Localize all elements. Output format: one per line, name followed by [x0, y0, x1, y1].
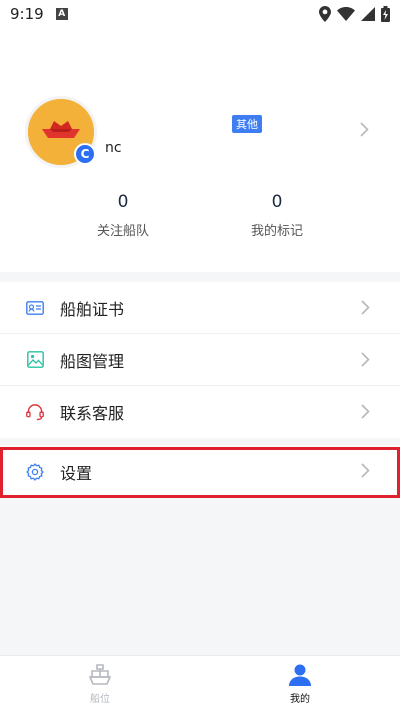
wifi-icon	[337, 7, 355, 21]
stat-value: 0	[117, 192, 129, 212]
user-icon	[289, 664, 311, 686]
user-tag: 其他	[232, 115, 262, 133]
gear-icon	[26, 462, 44, 481]
chevron-right-icon	[361, 352, 370, 367]
stat-followed-fleets[interactable]: 0 关注船队	[63, 192, 183, 239]
stat-my-marks[interactable]: 0 我的标记	[217, 192, 337, 239]
chevron-right-icon	[361, 404, 370, 419]
ship-icon	[88, 663, 112, 685]
status-icons	[319, 6, 390, 22]
location-icon	[319, 6, 331, 22]
menu-item-customer-service[interactable]: 联系客服	[0, 386, 400, 438]
menu-item-settings[interactable]: 设置	[0, 445, 400, 498]
menu-item-label: 船图管理	[60, 351, 125, 371]
menu-item-label: 联系客服	[60, 404, 125, 423]
menu-group-settings: 设置	[0, 445, 400, 498]
nav-tab-mine[interactable]: 我的	[200, 656, 400, 710]
chevron-right-icon	[361, 300, 370, 315]
bottom-nav: 船位 我的	[0, 655, 400, 710]
nav-label: 船位	[90, 693, 110, 705]
image-icon	[26, 351, 44, 369]
menu-item-label: 设置	[60, 463, 93, 483]
profile-card[interactable]: C 其他 nc 0 关注船队 0 我的标记	[0, 28, 400, 272]
headset-icon	[26, 403, 44, 421]
username: nc	[105, 140, 122, 156]
battery-icon	[381, 6, 390, 22]
chevron-right-icon	[361, 463, 370, 478]
signal-icon	[361, 7, 375, 21]
menu-item-label: 船舶证书	[60, 299, 125, 319]
nav-tab-ship-position[interactable]: 船位	[0, 656, 200, 710]
stat-value: 0	[271, 192, 283, 212]
menu-group: 船舶证书 船图管理 联系客服	[0, 282, 400, 438]
avatar-badge: C	[74, 143, 96, 165]
status-time: 9:19	[10, 5, 44, 23]
chevron-right-icon	[360, 122, 369, 137]
avatar[interactable]: C	[25, 96, 97, 168]
menu-item-ship-certificates[interactable]: 船舶证书	[0, 282, 400, 334]
screen: 9:19 A C 其他 nc 0 关注船队 0 我的标记 船舶证书 船图管理 联…	[0, 0, 400, 710]
nav-label: 我的	[290, 693, 310, 705]
id-card-icon	[26, 299, 44, 317]
status-bar: 9:19 A	[0, 0, 400, 28]
menu-item-ship-drawings[interactable]: 船图管理	[0, 334, 400, 386]
stat-label: 关注船队	[96, 224, 149, 239]
notification-a-icon: A	[55, 8, 68, 20]
stat-label: 我的标记	[250, 224, 303, 239]
